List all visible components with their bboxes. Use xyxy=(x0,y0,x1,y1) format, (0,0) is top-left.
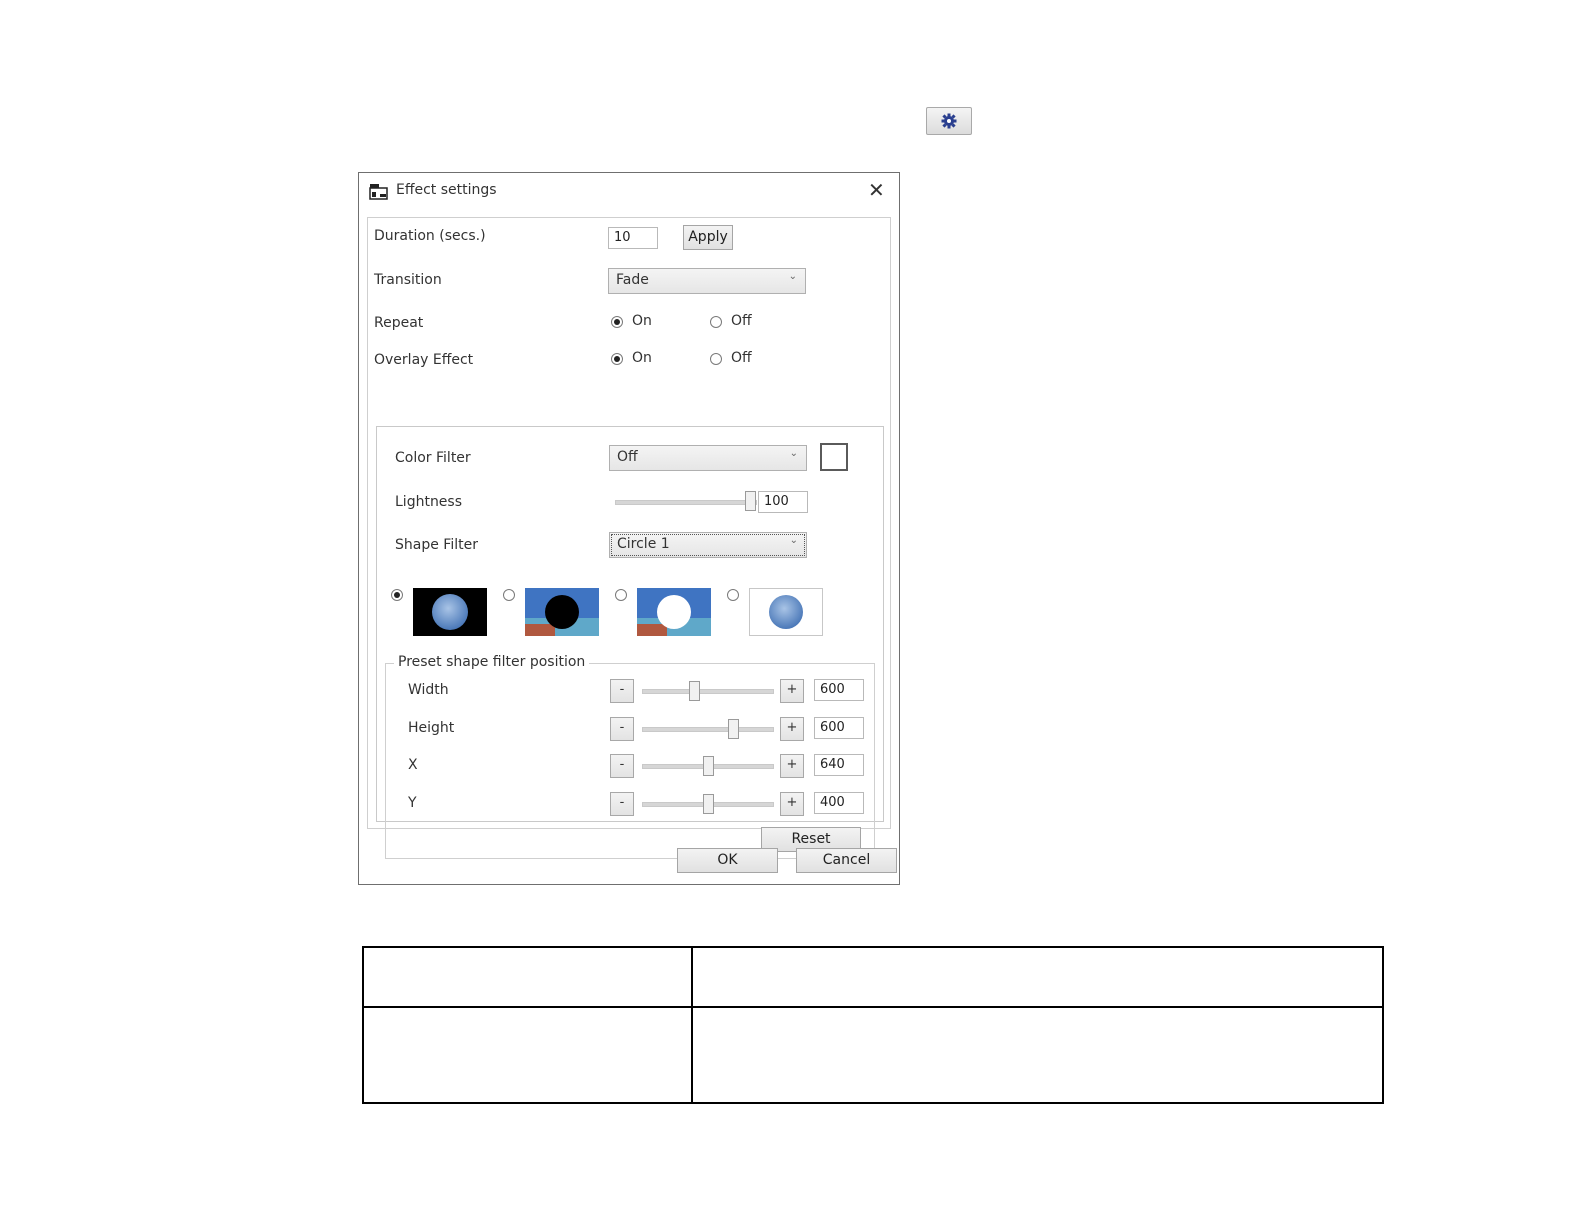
table-cell xyxy=(362,1006,693,1104)
color-filter-label: Color Filter xyxy=(395,450,471,466)
chevron-down-icon: ⌄ xyxy=(789,535,798,546)
overlay-off-radio[interactable] xyxy=(710,353,722,365)
transition-label: Transition xyxy=(374,272,442,288)
x-increment-button[interactable]: + xyxy=(780,754,804,778)
x-decrement-button[interactable]: - xyxy=(610,754,634,778)
chevron-down-icon: ⌄ xyxy=(788,271,797,282)
height-value-input[interactable]: 600 xyxy=(814,717,864,739)
shape-option-radio-3[interactable] xyxy=(615,589,627,601)
shape-option-radio-1[interactable] xyxy=(391,589,403,601)
shape-option-radio-4[interactable] xyxy=(727,589,739,601)
y-decrement-button[interactable]: - xyxy=(610,792,634,816)
shape-filter-selected: Circle 1 xyxy=(617,536,670,552)
shape-filter-label: Shape Filter xyxy=(395,537,478,553)
x-value-input[interactable]: 640 xyxy=(814,754,864,776)
lightness-value-input[interactable]: 100 xyxy=(758,491,808,513)
color-filter-selected: Off xyxy=(617,449,638,465)
table-cell xyxy=(362,946,693,1008)
width-decrement-button[interactable]: - xyxy=(610,679,634,703)
lightness-slider-track[interactable] xyxy=(615,500,757,505)
width-slider-thumb[interactable] xyxy=(689,681,700,701)
shape-thumbnail-circle-on-white[interactable] xyxy=(749,588,823,636)
apply-button[interactable]: Apply xyxy=(683,225,733,250)
overlay-effect-label: Overlay Effect xyxy=(374,352,474,368)
effect-settings-icon xyxy=(369,184,388,200)
table-row xyxy=(362,946,1384,1008)
height-label: Height xyxy=(408,720,455,736)
table-cell xyxy=(691,1006,1384,1104)
repeat-on-label: On xyxy=(632,313,652,329)
settings-gear-button[interactable] xyxy=(926,107,972,135)
cancel-button[interactable]: Cancel xyxy=(796,848,897,873)
overlay-on-radio[interactable] xyxy=(611,353,623,365)
color-swatch-button[interactable] xyxy=(820,443,848,471)
circle-on-white-image xyxy=(769,595,803,629)
lightness-label: Lightness xyxy=(395,494,463,510)
shape-thumbnail-white-circle-on-image[interactable] xyxy=(637,588,711,636)
x-label: X xyxy=(408,757,418,773)
preset-position-group: Preset shape filter position Width - + 6… xyxy=(385,654,875,859)
effect-settings-dialog: Effect settings ✕ Duration (secs.) 10 Ap… xyxy=(358,172,900,885)
shape-thumbnail-circle-on-black[interactable] xyxy=(413,588,487,636)
repeat-on-radio[interactable] xyxy=(611,316,623,328)
preset-position-legend: Preset shape filter position xyxy=(394,654,590,670)
height-slider-track[interactable] xyxy=(642,727,774,732)
height-increment-button[interactable]: + xyxy=(780,717,804,741)
height-decrement-button[interactable]: - xyxy=(610,717,634,741)
lightness-slider-thumb[interactable] xyxy=(745,491,756,511)
duration-input[interactable]: 10 xyxy=(608,227,658,249)
transition-dropdown[interactable]: Fade ⌄ xyxy=(608,268,806,294)
table-cell xyxy=(691,946,1384,1008)
x-slider-thumb[interactable] xyxy=(703,756,715,776)
ok-button[interactable]: OK xyxy=(677,848,778,873)
shape-thumbnail-black-circle-on-image[interactable] xyxy=(525,588,599,636)
gear-icon xyxy=(941,113,957,129)
width-value-input[interactable]: 600 xyxy=(814,679,864,701)
info-table xyxy=(362,946,1384,1104)
width-increment-button[interactable]: + xyxy=(780,679,804,703)
overlay-off-label: Off xyxy=(731,350,752,366)
shape-filter-dropdown[interactable]: Circle 1 ⌄ xyxy=(609,532,807,558)
overlay-on-label: On xyxy=(632,350,652,366)
repeat-label: Repeat xyxy=(374,315,424,331)
close-icon[interactable]: ✕ xyxy=(868,180,885,200)
y-label: Y xyxy=(408,795,417,811)
y-slider-thumb[interactable] xyxy=(703,794,715,814)
repeat-off-radio[interactable] xyxy=(710,316,722,328)
height-slider-thumb[interactable] xyxy=(728,719,739,739)
dialog-title: Effect settings xyxy=(396,182,497,198)
table-row xyxy=(362,1006,1384,1104)
circle-on-black-image xyxy=(432,594,468,630)
chevron-down-icon: ⌄ xyxy=(789,448,798,459)
shape-option-radio-2[interactable] xyxy=(503,589,515,601)
overlay-effect-panel: Color Filter Off ⌄ Lightness 100 Shape F… xyxy=(376,426,884,859)
white-circle-on-image xyxy=(637,588,711,636)
y-value-input[interactable]: 400 xyxy=(814,792,864,814)
width-label: Width xyxy=(408,682,449,698)
repeat-off-label: Off xyxy=(731,313,752,329)
dialog-content: Duration (secs.) 10 Apply Transition Fad… xyxy=(367,217,891,859)
width-slider-track[interactable] xyxy=(642,689,774,694)
color-filter-dropdown[interactable]: Off ⌄ xyxy=(609,445,807,471)
duration-label: Duration (secs.) xyxy=(374,228,486,244)
black-circle-on-image xyxy=(525,588,599,636)
y-increment-button[interactable]: + xyxy=(780,792,804,816)
transition-selected: Fade xyxy=(616,272,649,288)
